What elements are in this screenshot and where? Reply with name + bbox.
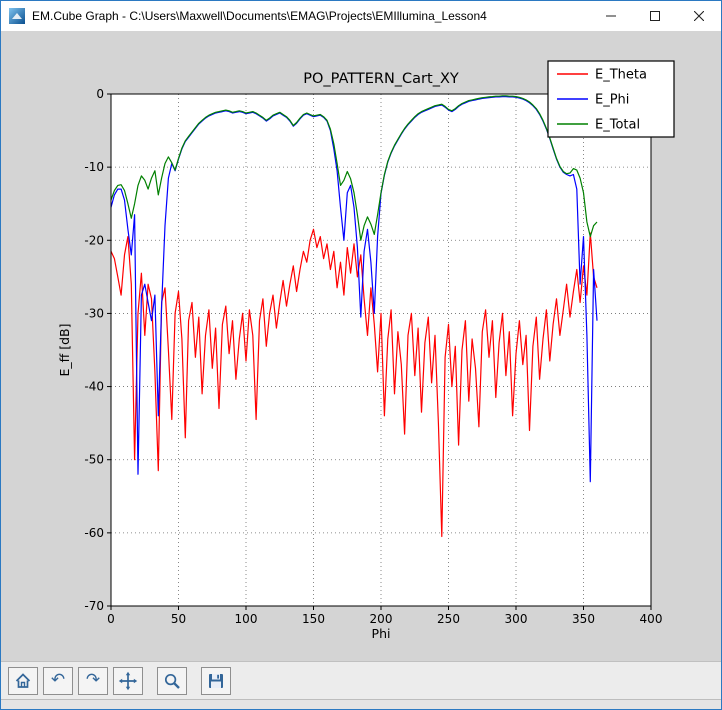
svg-text:0: 0	[107, 612, 115, 626]
svg-text:-10: -10	[84, 160, 104, 174]
app-window: EM.Cube Graph - C:\Users\Maxwell\Documen…	[0, 0, 722, 710]
svg-text:-70: -70	[84, 599, 104, 613]
legend-label-e-phi: E_Phi	[595, 93, 629, 108]
legend: E_Theta E_Phi E_Total	[548, 61, 674, 137]
svg-text:-20: -20	[84, 233, 104, 247]
svg-text:350: 350	[572, 612, 595, 626]
back-arrow-icon: ↶	[51, 672, 65, 689]
zoom-button[interactable]	[157, 667, 187, 695]
legend-label-e-total: E_Total	[595, 118, 640, 133]
svg-text:50: 50	[171, 612, 186, 626]
chart-title: PO_PATTERN_Cart_XY	[303, 71, 459, 87]
y-tick-labels: 0 -10 -20 -30 -40 -50 -60 -70	[84, 87, 104, 613]
plot-toolbar: ↶ ↷	[1, 661, 721, 699]
svg-text:-40: -40	[84, 380, 104, 394]
close-button[interactable]	[677, 1, 721, 31]
forward-arrow-icon: ↷	[86, 672, 100, 689]
home-icon	[13, 671, 33, 691]
pan-move-icon	[118, 671, 138, 691]
zoom-magnifier-icon	[162, 671, 182, 691]
y-axis-label: E_ff [dB]	[57, 324, 72, 377]
svg-text:100: 100	[235, 612, 258, 626]
window-title: EM.Cube Graph - C:\Users\Maxwell\Documen…	[32, 9, 589, 23]
minimize-button[interactable]	[589, 1, 633, 31]
home-button[interactable]	[8, 667, 38, 695]
app-icon	[9, 8, 25, 24]
legend-label-e-theta: E_Theta	[595, 68, 647, 83]
chart-canvas[interactable]: 0 50 100 150 200 250 300 350 400 0 -10 -20 -30 -40 -50…	[1, 31, 722, 661]
back-button[interactable]: ↶	[43, 667, 73, 695]
svg-text:300: 300	[505, 612, 528, 626]
svg-text:400: 400	[640, 612, 663, 626]
svg-text:250: 250	[437, 612, 460, 626]
pan-button[interactable]	[113, 667, 143, 695]
svg-text:0: 0	[96, 87, 104, 101]
x-axis-label: Phi	[372, 626, 391, 641]
figure-area: 0 50 100 150 200 250 300 350 400 0 -10 -20 -30 -40 -50…	[1, 31, 721, 661]
forward-button[interactable]: ↷	[78, 667, 108, 695]
svg-text:-30: -30	[84, 306, 104, 320]
x-tick-labels: 0 50 100 150 200 250 300 350 400	[107, 612, 662, 626]
save-floppy-icon	[206, 671, 226, 691]
caption-buttons	[589, 1, 721, 31]
svg-text:-50: -50	[84, 453, 104, 467]
title-bar: EM.Cube Graph - C:\Users\Maxwell\Documen…	[1, 1, 721, 31]
status-bar	[1, 699, 721, 709]
svg-text:200: 200	[370, 612, 393, 626]
maximize-button[interactable]	[633, 1, 677, 31]
save-button[interactable]	[201, 667, 231, 695]
svg-text:-60: -60	[84, 526, 104, 540]
svg-text:150: 150	[302, 612, 325, 626]
